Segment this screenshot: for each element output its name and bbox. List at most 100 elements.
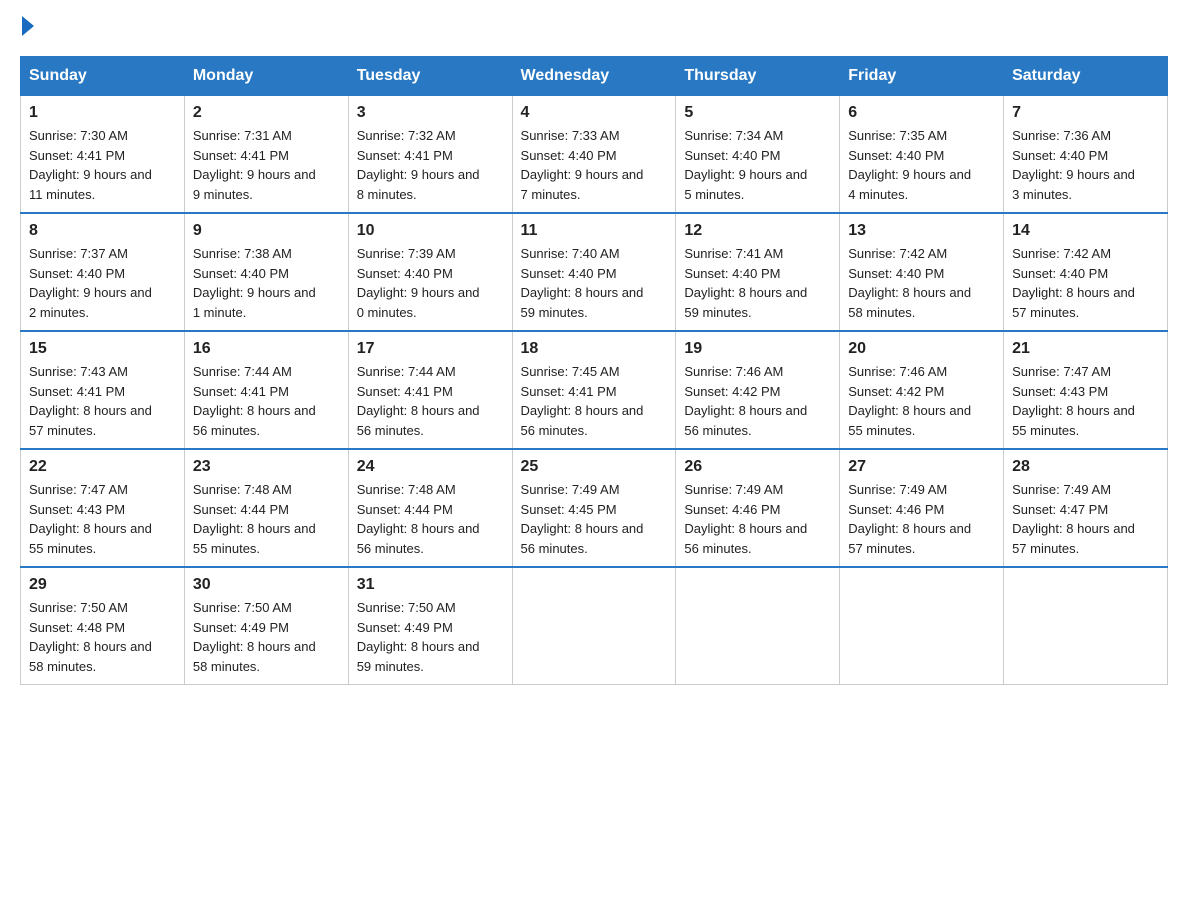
day-info: Sunrise: 7:42 AM Sunset: 4:40 PM Dayligh…	[1012, 244, 1159, 322]
day-number: 21	[1012, 340, 1159, 358]
calendar-header: SundayMondayTuesdayWednesdayThursdayFrid…	[21, 57, 1168, 96]
day-info: Sunrise: 7:30 AM Sunset: 4:41 PM Dayligh…	[29, 126, 176, 204]
calendar-cell	[1004, 567, 1168, 685]
weekday-header-tuesday: Tuesday	[348, 57, 512, 96]
day-number: 3	[357, 104, 504, 122]
day-info: Sunrise: 7:49 AM Sunset: 4:46 PM Dayligh…	[684, 480, 831, 558]
week-row-5: 29 Sunrise: 7:50 AM Sunset: 4:48 PM Dayl…	[21, 567, 1168, 685]
day-number: 24	[357, 458, 504, 476]
calendar-cell: 11 Sunrise: 7:40 AM Sunset: 4:40 PM Dayl…	[512, 213, 676, 331]
calendar-body: 1 Sunrise: 7:30 AM Sunset: 4:41 PM Dayli…	[21, 96, 1168, 685]
day-number: 26	[684, 458, 831, 476]
calendar-cell	[676, 567, 840, 685]
week-row-4: 22 Sunrise: 7:47 AM Sunset: 4:43 PM Dayl…	[21, 449, 1168, 567]
header	[20, 20, 1168, 36]
day-number: 8	[29, 222, 176, 240]
day-number: 4	[521, 104, 668, 122]
day-number: 17	[357, 340, 504, 358]
calendar-cell	[512, 567, 676, 685]
day-info: Sunrise: 7:31 AM Sunset: 4:41 PM Dayligh…	[193, 126, 340, 204]
day-number: 27	[848, 458, 995, 476]
day-number: 10	[357, 222, 504, 240]
week-row-1: 1 Sunrise: 7:30 AM Sunset: 4:41 PM Dayli…	[21, 96, 1168, 214]
day-number: 22	[29, 458, 176, 476]
calendar-cell: 16 Sunrise: 7:44 AM Sunset: 4:41 PM Dayl…	[184, 331, 348, 449]
calendar-cell: 26 Sunrise: 7:49 AM Sunset: 4:46 PM Dayl…	[676, 449, 840, 567]
day-number: 30	[193, 576, 340, 594]
calendar-cell: 13 Sunrise: 7:42 AM Sunset: 4:40 PM Dayl…	[840, 213, 1004, 331]
day-number: 9	[193, 222, 340, 240]
week-row-2: 8 Sunrise: 7:37 AM Sunset: 4:40 PM Dayli…	[21, 213, 1168, 331]
calendar-cell: 24 Sunrise: 7:48 AM Sunset: 4:44 PM Dayl…	[348, 449, 512, 567]
weekday-header-saturday: Saturday	[1004, 57, 1168, 96]
day-info: Sunrise: 7:40 AM Sunset: 4:40 PM Dayligh…	[521, 244, 668, 322]
calendar-cell: 23 Sunrise: 7:48 AM Sunset: 4:44 PM Dayl…	[184, 449, 348, 567]
day-info: Sunrise: 7:46 AM Sunset: 4:42 PM Dayligh…	[848, 362, 995, 440]
calendar-cell: 17 Sunrise: 7:44 AM Sunset: 4:41 PM Dayl…	[348, 331, 512, 449]
calendar-cell: 31 Sunrise: 7:50 AM Sunset: 4:49 PM Dayl…	[348, 567, 512, 685]
day-info: Sunrise: 7:47 AM Sunset: 4:43 PM Dayligh…	[1012, 362, 1159, 440]
weekday-header-thursday: Thursday	[676, 57, 840, 96]
calendar-cell: 9 Sunrise: 7:38 AM Sunset: 4:40 PM Dayli…	[184, 213, 348, 331]
week-row-3: 15 Sunrise: 7:43 AM Sunset: 4:41 PM Dayl…	[21, 331, 1168, 449]
calendar-cell: 29 Sunrise: 7:50 AM Sunset: 4:48 PM Dayl…	[21, 567, 185, 685]
weekday-header-monday: Monday	[184, 57, 348, 96]
calendar-cell: 14 Sunrise: 7:42 AM Sunset: 4:40 PM Dayl…	[1004, 213, 1168, 331]
day-number: 6	[848, 104, 995, 122]
day-info: Sunrise: 7:37 AM Sunset: 4:40 PM Dayligh…	[29, 244, 176, 322]
day-info: Sunrise: 7:34 AM Sunset: 4:40 PM Dayligh…	[684, 126, 831, 204]
day-number: 2	[193, 104, 340, 122]
weekday-header-row: SundayMondayTuesdayWednesdayThursdayFrid…	[21, 57, 1168, 96]
logo	[20, 20, 34, 36]
day-number: 19	[684, 340, 831, 358]
day-info: Sunrise: 7:49 AM Sunset: 4:46 PM Dayligh…	[848, 480, 995, 558]
day-number: 29	[29, 576, 176, 594]
calendar-cell: 25 Sunrise: 7:49 AM Sunset: 4:45 PM Dayl…	[512, 449, 676, 567]
calendar-table: SundayMondayTuesdayWednesdayThursdayFrid…	[20, 56, 1168, 685]
calendar-cell	[840, 567, 1004, 685]
calendar-cell: 10 Sunrise: 7:39 AM Sunset: 4:40 PM Dayl…	[348, 213, 512, 331]
calendar-cell: 20 Sunrise: 7:46 AM Sunset: 4:42 PM Dayl…	[840, 331, 1004, 449]
calendar-cell: 27 Sunrise: 7:49 AM Sunset: 4:46 PM Dayl…	[840, 449, 1004, 567]
calendar-cell: 28 Sunrise: 7:49 AM Sunset: 4:47 PM Dayl…	[1004, 449, 1168, 567]
day-info: Sunrise: 7:49 AM Sunset: 4:45 PM Dayligh…	[521, 480, 668, 558]
calendar-cell: 3 Sunrise: 7:32 AM Sunset: 4:41 PM Dayli…	[348, 96, 512, 214]
day-info: Sunrise: 7:45 AM Sunset: 4:41 PM Dayligh…	[521, 362, 668, 440]
day-number: 1	[29, 104, 176, 122]
calendar-cell: 21 Sunrise: 7:47 AM Sunset: 4:43 PM Dayl…	[1004, 331, 1168, 449]
weekday-header-friday: Friday	[840, 57, 1004, 96]
day-info: Sunrise: 7:36 AM Sunset: 4:40 PM Dayligh…	[1012, 126, 1159, 204]
day-info: Sunrise: 7:47 AM Sunset: 4:43 PM Dayligh…	[29, 480, 176, 558]
calendar-cell: 18 Sunrise: 7:45 AM Sunset: 4:41 PM Dayl…	[512, 331, 676, 449]
calendar-cell: 5 Sunrise: 7:34 AM Sunset: 4:40 PM Dayli…	[676, 96, 840, 214]
calendar-cell: 30 Sunrise: 7:50 AM Sunset: 4:49 PM Dayl…	[184, 567, 348, 685]
day-info: Sunrise: 7:43 AM Sunset: 4:41 PM Dayligh…	[29, 362, 176, 440]
calendar-cell: 8 Sunrise: 7:37 AM Sunset: 4:40 PM Dayli…	[21, 213, 185, 331]
day-number: 15	[29, 340, 176, 358]
day-info: Sunrise: 7:35 AM Sunset: 4:40 PM Dayligh…	[848, 126, 995, 204]
calendar-cell: 12 Sunrise: 7:41 AM Sunset: 4:40 PM Dayl…	[676, 213, 840, 331]
day-info: Sunrise: 7:44 AM Sunset: 4:41 PM Dayligh…	[193, 362, 340, 440]
day-info: Sunrise: 7:39 AM Sunset: 4:40 PM Dayligh…	[357, 244, 504, 322]
weekday-header-wednesday: Wednesday	[512, 57, 676, 96]
day-info: Sunrise: 7:42 AM Sunset: 4:40 PM Dayligh…	[848, 244, 995, 322]
calendar-cell: 6 Sunrise: 7:35 AM Sunset: 4:40 PM Dayli…	[840, 96, 1004, 214]
day-number: 23	[193, 458, 340, 476]
day-info: Sunrise: 7:32 AM Sunset: 4:41 PM Dayligh…	[357, 126, 504, 204]
calendar-cell: 1 Sunrise: 7:30 AM Sunset: 4:41 PM Dayli…	[21, 96, 185, 214]
day-info: Sunrise: 7:48 AM Sunset: 4:44 PM Dayligh…	[193, 480, 340, 558]
day-info: Sunrise: 7:50 AM Sunset: 4:49 PM Dayligh…	[193, 598, 340, 676]
day-info: Sunrise: 7:50 AM Sunset: 4:48 PM Dayligh…	[29, 598, 176, 676]
day-info: Sunrise: 7:44 AM Sunset: 4:41 PM Dayligh…	[357, 362, 504, 440]
day-info: Sunrise: 7:50 AM Sunset: 4:49 PM Dayligh…	[357, 598, 504, 676]
day-info: Sunrise: 7:33 AM Sunset: 4:40 PM Dayligh…	[521, 126, 668, 204]
day-info: Sunrise: 7:48 AM Sunset: 4:44 PM Dayligh…	[357, 480, 504, 558]
day-info: Sunrise: 7:46 AM Sunset: 4:42 PM Dayligh…	[684, 362, 831, 440]
day-number: 11	[521, 222, 668, 240]
day-info: Sunrise: 7:38 AM Sunset: 4:40 PM Dayligh…	[193, 244, 340, 322]
day-number: 16	[193, 340, 340, 358]
day-number: 28	[1012, 458, 1159, 476]
day-number: 18	[521, 340, 668, 358]
weekday-header-sunday: Sunday	[21, 57, 185, 96]
day-number: 12	[684, 222, 831, 240]
